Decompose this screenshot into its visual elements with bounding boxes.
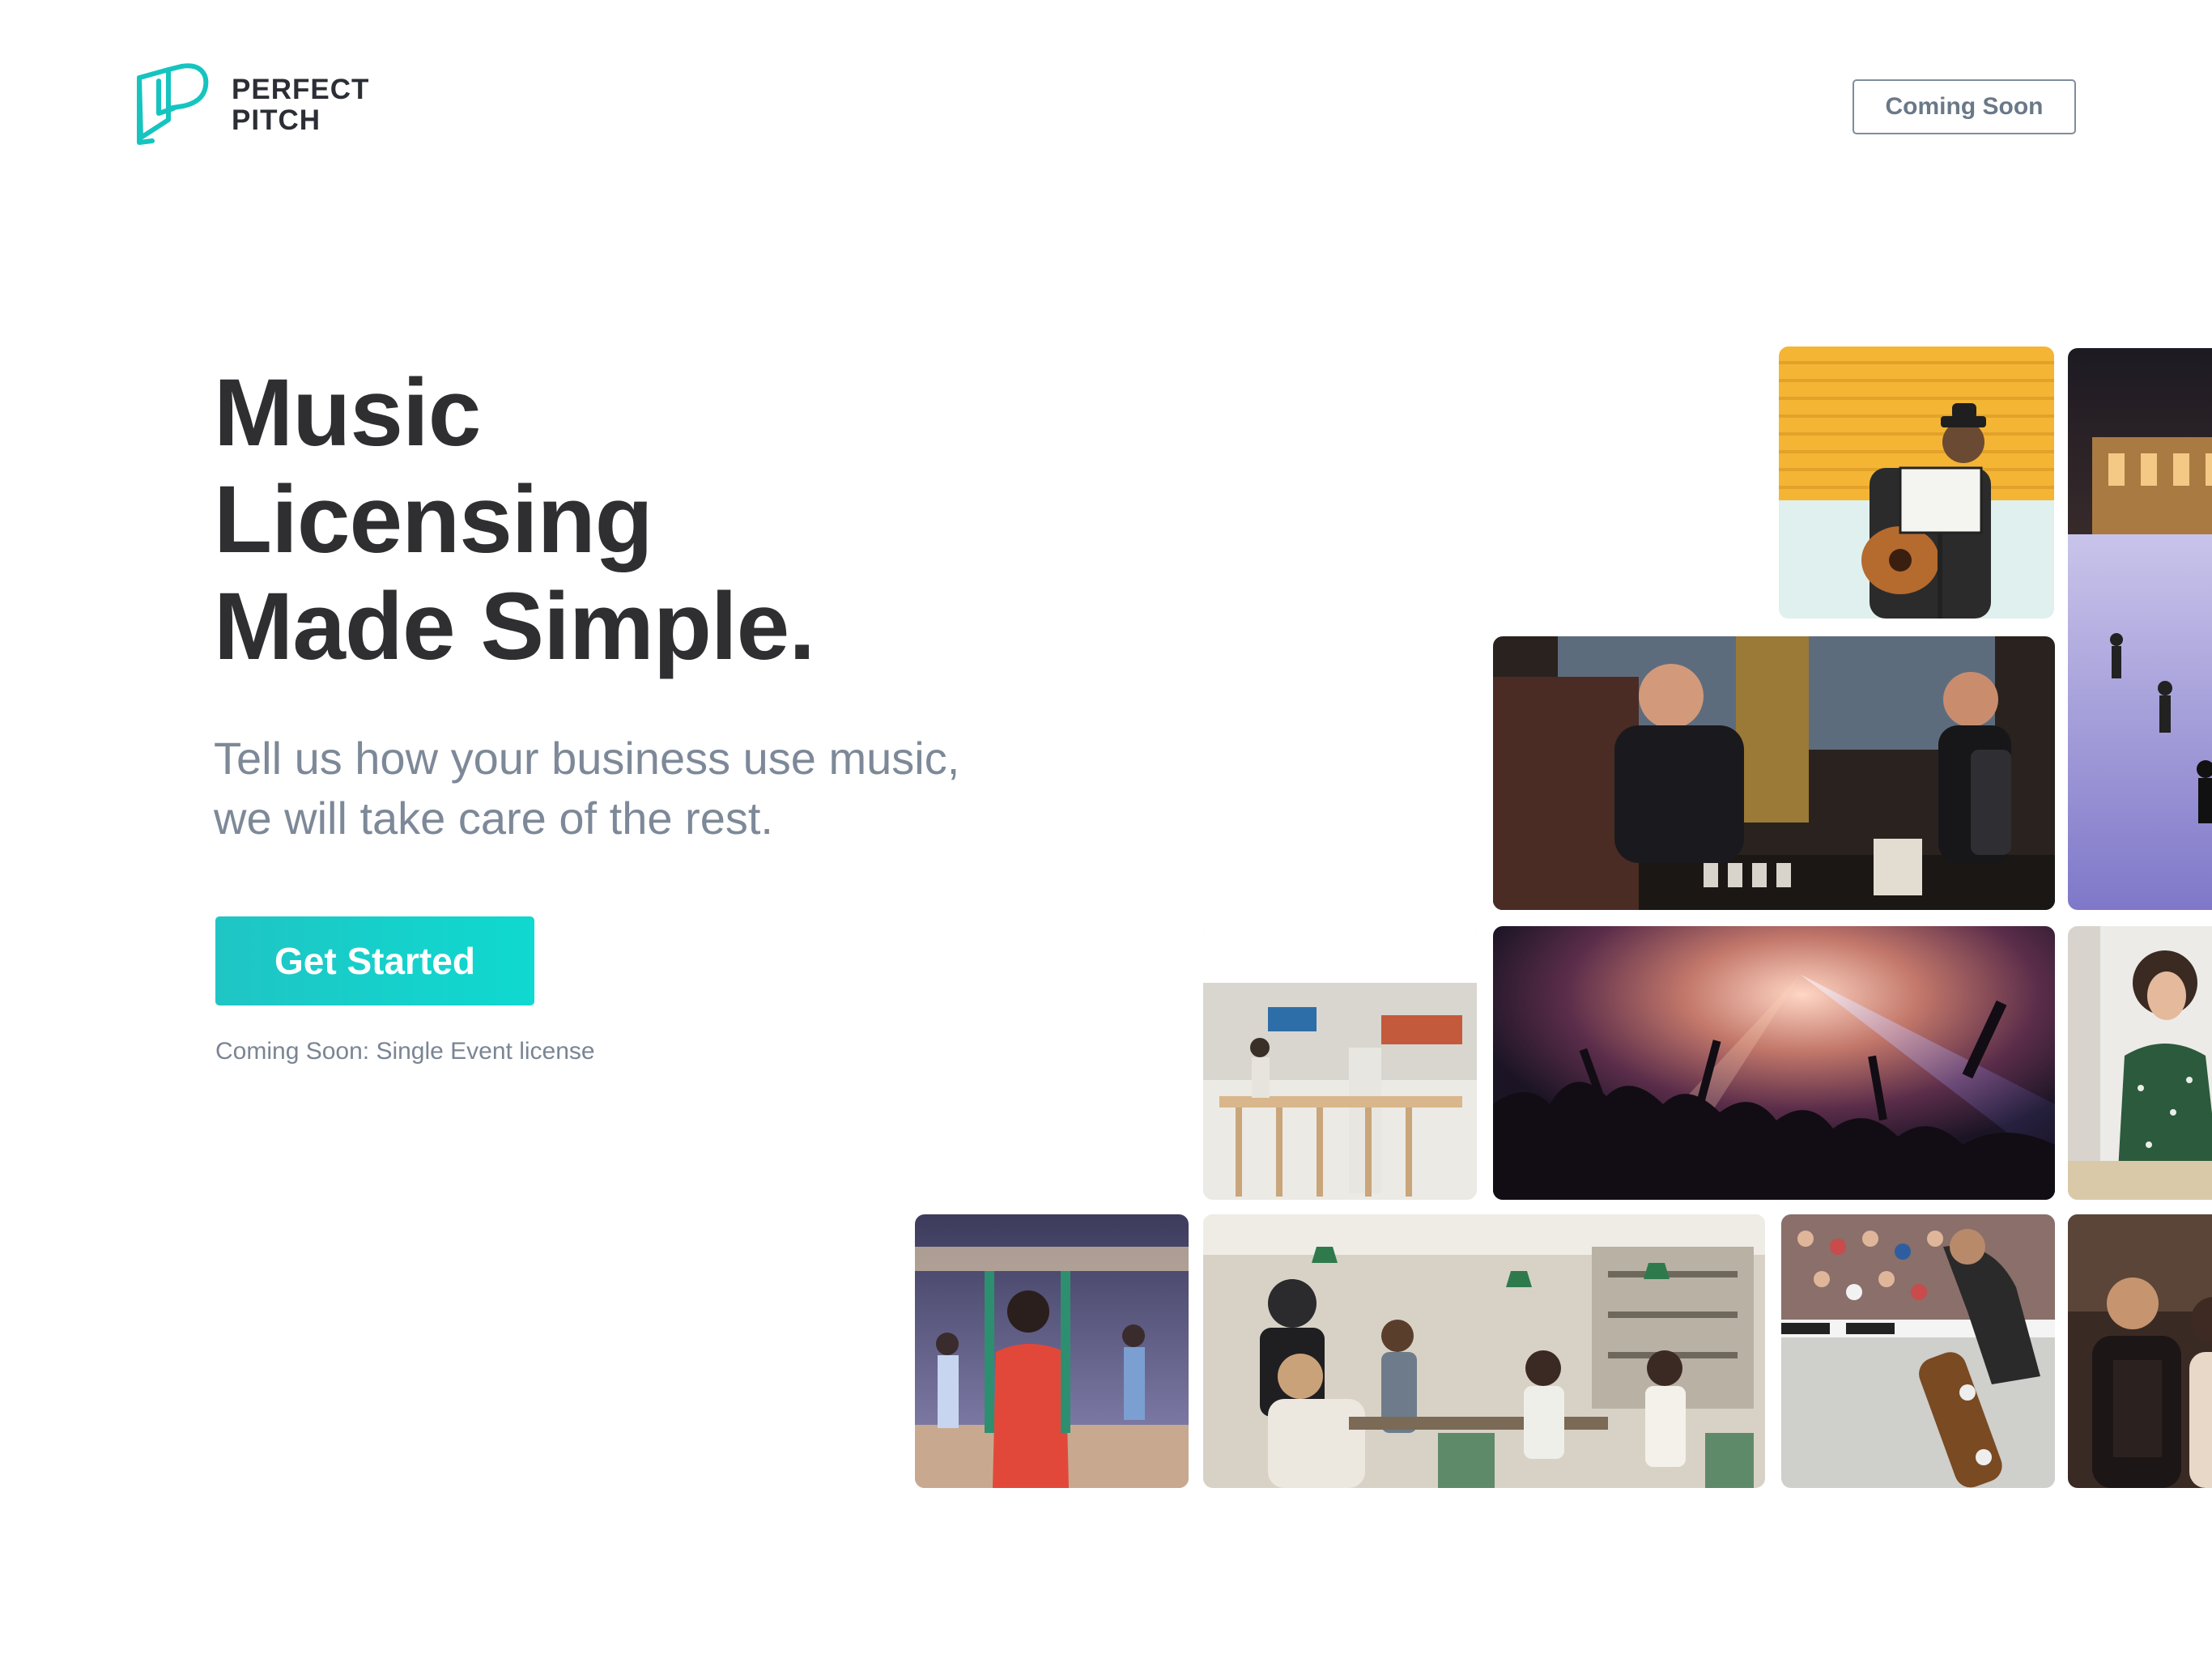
landing-page: PERFECT PITCH Coming Soon Music Licensin… xyxy=(0,0,2212,1658)
cafe-interior-photo xyxy=(1203,926,1477,1200)
ice-skating-rink-photo xyxy=(2068,348,2212,910)
logo-line-2: PITCH xyxy=(232,104,321,136)
coming-soon-button[interactable]: Coming Soon xyxy=(1853,79,2076,134)
hero-title-line-2: Licensing xyxy=(214,466,653,573)
concert-crowd-photo xyxy=(1493,926,2055,1200)
logo[interactable]: PERFECT PITCH xyxy=(134,63,369,147)
fitness-class-photo xyxy=(915,1214,1189,1488)
hero-title-line-3: Made Simple. xyxy=(214,573,815,680)
shopper-photo xyxy=(2068,926,2212,1200)
hero-title-line-1: Music xyxy=(214,359,481,466)
dancing-couple-photo xyxy=(2068,1214,2212,1488)
single-event-note: Coming Soon: Single Event license xyxy=(215,1038,595,1065)
logo-line-1: PERFECT xyxy=(232,74,370,105)
perfect-pitch-logo-icon xyxy=(137,63,209,145)
skateboarder-photo xyxy=(1781,1214,2055,1488)
busy-cafe-photo xyxy=(1203,1214,1765,1488)
hero-subtitle-line-2: we will take care of the rest. xyxy=(214,793,773,844)
get-started-button[interactable]: Get Started xyxy=(215,916,534,1005)
hero-subtitle: Tell us how your business use music, we … xyxy=(214,729,959,848)
street-musician-photo xyxy=(1779,346,2054,619)
bartender-photo xyxy=(1493,636,2055,910)
hero-subtitle-line-1: Tell us how your business use music, xyxy=(214,733,960,784)
hero-title: Music Licensing Made Simple. xyxy=(214,359,815,680)
logo-text: PERFECT PITCH xyxy=(232,74,369,136)
